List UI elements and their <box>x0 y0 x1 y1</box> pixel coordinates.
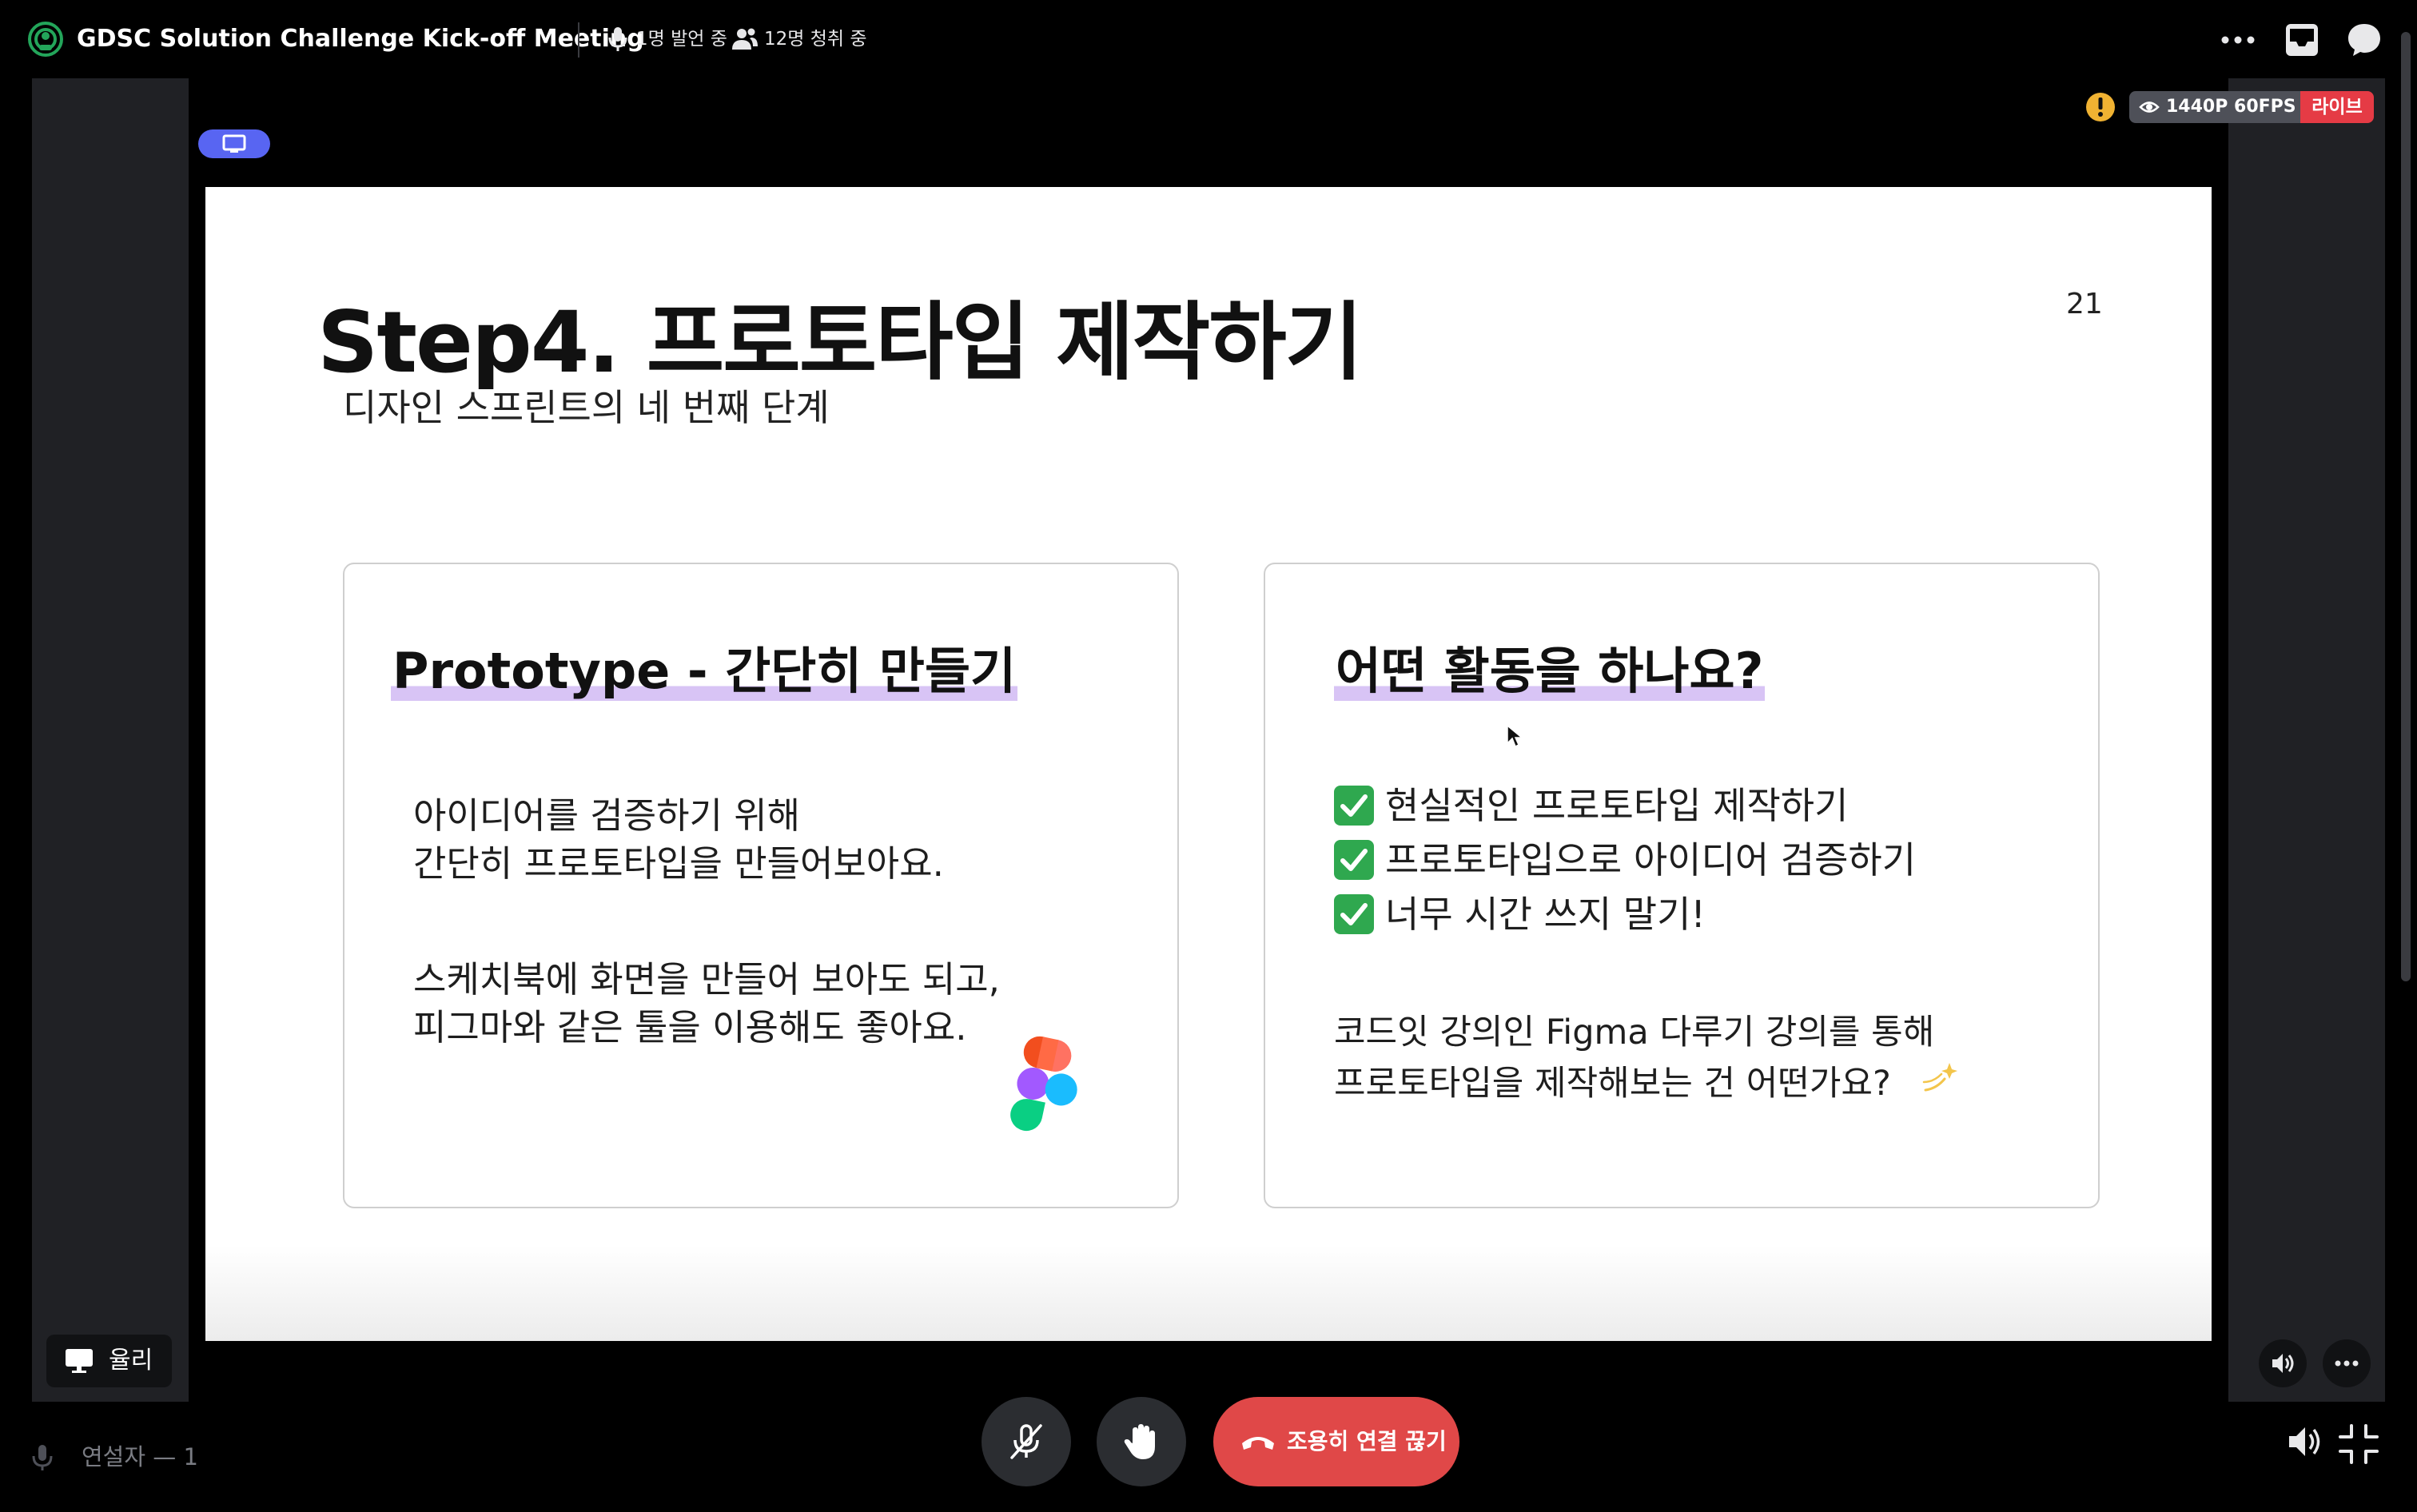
checklist-item-label: 너무 시간 쓰지 말기! <box>1385 893 1706 936</box>
prototype-paragraph-1: 아이디어를 검증하기 위해 간단히 프로토타입을 만들어보아요. <box>413 792 944 888</box>
request-to-speak-button[interactable] <box>982 1397 1071 1486</box>
listeners-icon <box>731 26 759 53</box>
left-stream-panel <box>32 78 189 1402</box>
figma-logo-icon <box>1008 1036 1088 1146</box>
slide-subtitle: 디자인 스프린트의 네 번째 단계 <box>343 386 830 429</box>
check-mark-icon <box>1334 894 1374 934</box>
prototype-card: Prototype - 간단히 만들기 아이디어를 검증하기 위해 간단히 프로… <box>343 563 1179 1208</box>
prototype-paragraph-2-line-1: 스케치북에 화면을 만들어 보아도 되고, <box>413 958 1000 1001</box>
microphone-icon <box>606 26 630 53</box>
disconnect-label: 조용히 연결 끊기 <box>1287 1428 1447 1454</box>
prototype-paragraph-2: 스케치북에 화면을 만들어 보아도 되고, 피그마와 같은 툴을 이용해도 좋아… <box>413 956 1000 1052</box>
check-mark-icon <box>1334 840 1374 880</box>
activities-heading: 어떤 활동을 하나요? <box>1334 638 1766 705</box>
muted-microphone-icon <box>1010 1424 1042 1459</box>
right-stream-panel <box>2228 78 2385 1402</box>
activities-card: 어떤 활동을 하나요? 현실적인 프로토타입 제작하기 프로토타입으로 아이디어… <box>1264 563 2100 1208</box>
speaker-icon <box>2272 1354 2294 1373</box>
scrollbar[interactable] <box>2401 32 2411 981</box>
screen-share-icon <box>66 1349 93 1373</box>
chat-icon[interactable] <box>2345 21 2383 59</box>
hand-icon <box>1124 1424 1155 1459</box>
checklist-item: 너무 시간 쓰지 말기! <box>1334 887 1706 941</box>
stream-more-options-button[interactable] <box>2323 1339 2371 1387</box>
more-options-icon[interactable] <box>2217 24 2259 56</box>
top-bar: GDSC Solution Challenge Kick-off Meeting… <box>0 0 2417 78</box>
slide-bottom-shade <box>205 1245 2212 1341</box>
header-divider <box>578 22 579 58</box>
raise-hand-button[interactable] <box>1097 1397 1186 1486</box>
shared-screen-slide: Step4. 프로토타입 제작하기 디자인 스프린트의 네 번째 단계 21 P… <box>205 187 2212 1341</box>
listener-count: 12명 청취 중 <box>764 29 867 50</box>
mouse-cursor-icon <box>1506 724 1523 748</box>
live-badge: 라이브 <box>2300 91 2374 123</box>
activities-paragraph: 코드잇 강의인 Figma 다루기 강의를 통해 프로토타입을 제작해보는 건 … <box>1334 1007 1934 1109</box>
inbox-icon[interactable] <box>2283 21 2321 59</box>
stream-quality-text: 1440P 60FPS <box>2166 97 2296 117</box>
meeting-title: GDSC Solution Challenge Kick-off Meeting <box>77 25 644 53</box>
stream-quality-badge: 1440P 60FPS <box>2129 91 2307 123</box>
checklist-item: 현실적인 프로토타입 제작하기 <box>1334 778 1848 833</box>
checklist-item-label: 프로토타입으로 아이디어 검증하기 <box>1385 838 1917 881</box>
speaker-section-label: 연설자 — 1 <box>82 1443 198 1470</box>
activities-paragraph-line-1: 코드잇 강의인 Figma 다루기 강의를 통해 <box>1334 1013 1935 1052</box>
checklist-item-label: 현실적인 프로토타입 제작하기 <box>1385 784 1849 827</box>
speaker-count: 1명 발언 중 <box>636 29 727 50</box>
volume-icon[interactable] <box>2286 1422 2324 1461</box>
check-mark-icon <box>1334 786 1374 826</box>
screen-share-badge <box>198 129 270 158</box>
activities-paragraph-line-2: 프로토타입을 제작해보는 건 어떤가요? <box>1334 1064 1891 1104</box>
prototype-paragraph-1-line-2: 간단히 프로토타입을 만들어보아요. <box>413 842 944 885</box>
phone-hangup-icon <box>1242 1437 1274 1450</box>
slide-page-number: 21 <box>2066 288 2103 320</box>
presenter-name-tag: 율리 <box>46 1335 173 1387</box>
exit-fullscreen-icon[interactable] <box>2337 1422 2380 1466</box>
stage-channel-icon <box>27 21 64 58</box>
more-options-icon <box>2335 1360 2359 1367</box>
prototype-paragraph-1-line-1: 아이디어를 검증하기 위해 <box>413 794 801 837</box>
screen-share-icon <box>222 134 246 153</box>
eye-icon <box>2139 101 2160 113</box>
disconnect-quietly-button[interactable]: 조용히 연결 끊기 <box>1213 1397 1459 1486</box>
stream-volume-button[interactable] <box>2259 1339 2307 1387</box>
warning-icon[interactable] <box>2085 91 2116 123</box>
presenter-name: 율리 <box>109 1347 153 1375</box>
checklist-item: 프로토타입으로 아이디어 검증하기 <box>1334 833 1916 887</box>
slide-title: Step4. 프로토타입 제작하기 <box>317 293 1363 392</box>
microphone-icon <box>30 1443 54 1472</box>
dizzy-icon <box>1921 1058 1957 1095</box>
prototype-heading: Prototype - 간단히 만들기 <box>391 638 1018 705</box>
prototype-paragraph-2-line-2: 피그마와 같은 툴을 이용해도 좋아요. <box>413 1006 967 1048</box>
